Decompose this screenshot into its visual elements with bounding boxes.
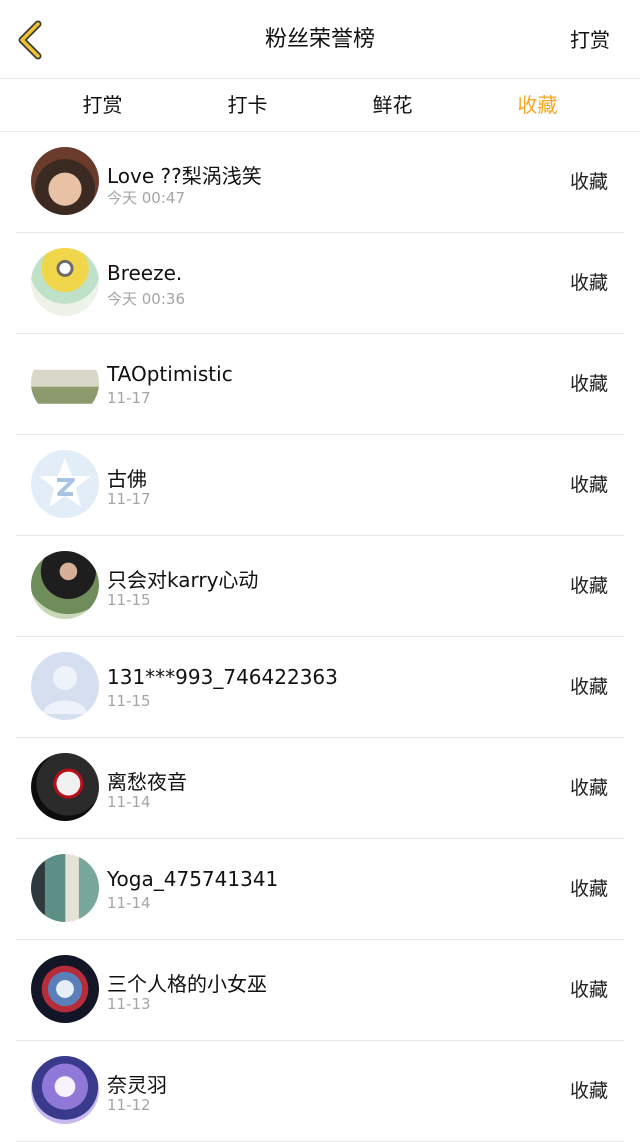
- avatar[interactable]: [31, 1056, 99, 1124]
- favorite-label: 收藏: [569, 373, 608, 395]
- fan-time: 11-15: [107, 692, 151, 710]
- fan-time: 今天 00:36: [107, 290, 185, 308]
- fan-name: 奈灵羽: [107, 1073, 167, 1097]
- fan-name: 三个人格的小女巫: [107, 972, 267, 996]
- fan-name: 离愁夜音: [107, 770, 187, 794]
- fan-time: 11-17: [107, 389, 151, 407]
- fan-time: 11-15: [107, 591, 151, 609]
- fan-name: Yoga_475741341: [107, 867, 279, 891]
- fan-time: 11-14: [107, 894, 151, 912]
- avatar[interactable]: [31, 854, 99, 922]
- favorite-label: 收藏: [569, 575, 608, 597]
- fan-name: Breeze.: [107, 261, 183, 285]
- favorite-label: 收藏: [569, 878, 608, 900]
- fan-name: 只会对karry心动: [107, 568, 259, 592]
- tab-bar: 打赏 打卡 鲜花 收藏: [0, 79, 640, 132]
- avatar[interactable]: [31, 551, 99, 619]
- favorite-label: 收藏: [569, 474, 608, 496]
- favorite-label: 收藏: [569, 171, 608, 193]
- list-item[interactable]: TAOptimistic 11-17 收藏: [16, 334, 624, 435]
- fan-name: TAOptimistic: [107, 362, 233, 386]
- list-item[interactable]: Love ??梨涡浅笑 今天 00:47 收藏: [16, 132, 624, 233]
- fan-time: 11-13: [107, 995, 151, 1013]
- favorite-label: 收藏: [569, 676, 608, 698]
- tab-checkin[interactable]: 打卡: [175, 79, 320, 131]
- fan-list: Love ??梨涡浅笑 今天 00:47 收藏 Breeze. 今天 00:36…: [0, 132, 640, 1142]
- list-item[interactable]: 离愁夜音 11-14 收藏: [16, 738, 624, 839]
- top-bar: 粉丝荣誉榜 打赏: [0, 0, 640, 79]
- page-title: 粉丝荣誉榜: [264, 27, 375, 52]
- list-item[interactable]: 131***993_746422363 11-15 收藏: [16, 637, 624, 738]
- favorite-label: 收藏: [569, 272, 608, 294]
- fan-time: 今天 00:47: [107, 189, 185, 207]
- list-item[interactable]: 古佛 11-17 收藏: [16, 435, 624, 536]
- fan-name: Love ??梨涡浅笑: [107, 164, 262, 188]
- list-item[interactable]: Breeze. 今天 00:36 收藏: [16, 233, 624, 334]
- avatar[interactable]: [31, 147, 99, 215]
- reward-button[interactable]: 打赏: [570, 0, 610, 80]
- avatar[interactable]: [31, 955, 99, 1023]
- default-user-icon: [43, 666, 87, 714]
- tab-flowers[interactable]: 鲜花: [320, 79, 465, 131]
- avatar[interactable]: [31, 349, 99, 417]
- fan-time: 11-12: [107, 1096, 151, 1114]
- avatar[interactable]: [31, 248, 99, 316]
- tab-favorites[interactable]: 收藏: [465, 79, 610, 131]
- avatar[interactable]: [31, 652, 99, 720]
- fan-time: 11-17: [107, 490, 151, 508]
- fan-name: 古佛: [107, 467, 147, 491]
- favorite-label: 收藏: [569, 979, 608, 1001]
- avatar[interactable]: [31, 450, 99, 518]
- favorite-label: 收藏: [569, 1080, 608, 1102]
- favorite-label: 收藏: [569, 777, 608, 799]
- fan-time: 11-14: [107, 793, 151, 811]
- list-item[interactable]: 奈灵羽 11-12 收藏: [16, 1041, 624, 1142]
- list-item[interactable]: Yoga_475741341 11-14 收藏: [16, 839, 624, 940]
- list-item[interactable]: 只会对karry心动 11-15 收藏: [16, 536, 624, 637]
- list-item[interactable]: 三个人格的小女巫 11-13 收藏: [16, 940, 624, 1041]
- avatar[interactable]: [31, 753, 99, 821]
- star-icon: [39, 458, 91, 507]
- tab-reward[interactable]: 打赏: [30, 79, 175, 131]
- fan-name: 131***993_746422363: [107, 665, 338, 689]
